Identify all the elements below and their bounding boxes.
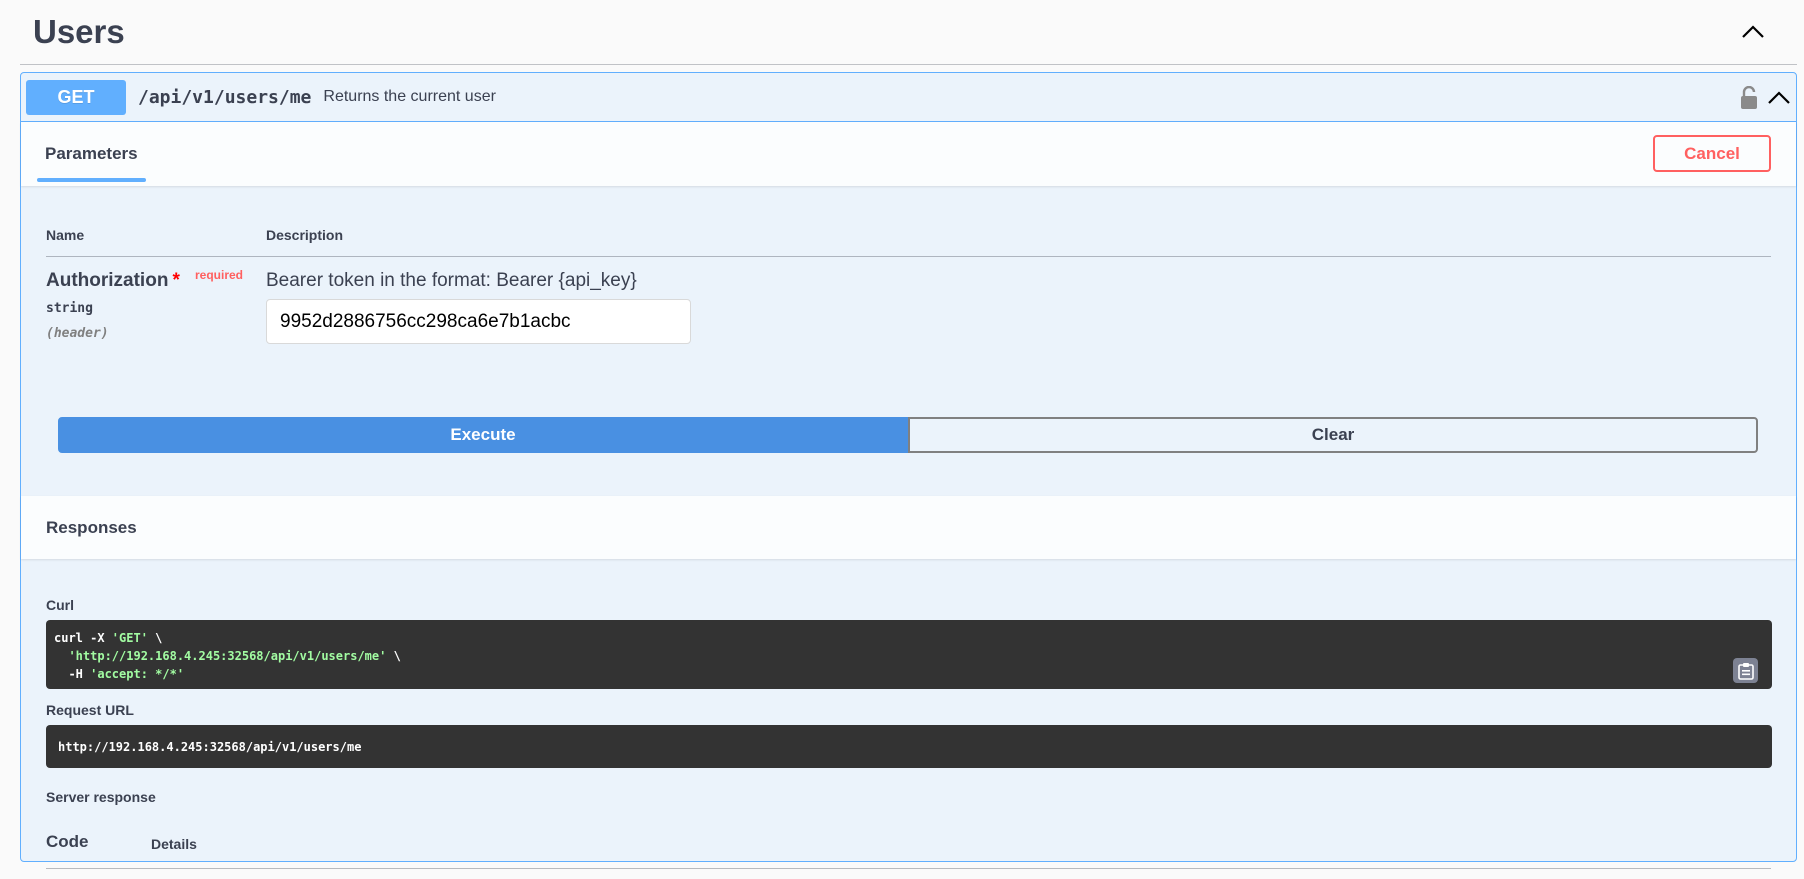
authorization-input[interactable] bbox=[266, 299, 691, 344]
operation-summary-text: Returns the current user bbox=[323, 88, 496, 105]
param-name-label: Authorization bbox=[46, 270, 169, 291]
curl-line: -H 'accept: */*' bbox=[54, 667, 185, 681]
curl-code-block[interactable]: curl -X 'GET' \ 'http://192.168.4.245:32… bbox=[46, 620, 1772, 689]
tab-parameters-label: Parameters bbox=[45, 144, 138, 163]
operation-path: /api/v1/users/me bbox=[138, 86, 312, 108]
param-description: Bearer token in the format: Bearer {api_… bbox=[266, 270, 637, 291]
operation-summary[interactable]: GET /api/v1/users/me Returns the current… bbox=[21, 73, 1796, 122]
column-header-description: Description bbox=[266, 227, 344, 243]
responses-header: Responses bbox=[21, 496, 1796, 559]
curl-line: 'http://192.168.4.245:32568/api/v1/users… bbox=[68, 649, 401, 663]
request-url-label: Request URL bbox=[46, 702, 134, 718]
column-header-code: Code bbox=[46, 832, 89, 851]
server-response-label: Server response bbox=[46, 789, 156, 805]
parameters-table: Name Description Authorization * required… bbox=[21, 186, 1796, 496]
chevron-up-icon[interactable] bbox=[1768, 90, 1790, 105]
request-url-value: http://192.168.4.245:32568/api/v1/users/… bbox=[58, 739, 362, 754]
tab-parameters[interactable]: Parameters bbox=[37, 122, 146, 186]
tag-header-users[interactable]: Users bbox=[20, 0, 1797, 65]
tag-title: Users bbox=[33, 13, 125, 50]
clipboard-copy-icon[interactable] bbox=[1733, 658, 1758, 683]
response-table-header: Code Details bbox=[46, 824, 1771, 869]
required-star: * bbox=[172, 270, 180, 291]
curl-label: Curl bbox=[46, 597, 74, 613]
column-header-details: Details bbox=[151, 836, 197, 852]
param-name: Authorization * bbox=[46, 270, 180, 292]
required-label: required bbox=[195, 268, 244, 282]
table-divider bbox=[46, 256, 1771, 257]
method-badge: GET bbox=[26, 79, 126, 115]
column-header-name: Name bbox=[46, 227, 85, 243]
execute-button[interactable]: Execute bbox=[58, 417, 908, 453]
chevron-up-icon[interactable] bbox=[1733, 12, 1773, 52]
request-url-block: http://192.168.4.245:32568/api/v1/users/… bbox=[46, 725, 1772, 768]
param-location: (header) bbox=[46, 326, 109, 341]
responses-title: Responses bbox=[46, 517, 137, 537]
execute-wrapper: Execute Clear bbox=[58, 417, 1758, 453]
operation-block-get-users-me: GET /api/v1/users/me Returns the current… bbox=[20, 72, 1797, 869]
unlocked-padlock-icon[interactable] bbox=[1740, 85, 1758, 110]
clear-button[interactable]: Clear bbox=[908, 417, 1758, 453]
curl-line: curl -X 'GET' \ bbox=[54, 631, 163, 645]
cancel-button[interactable]: Cancel bbox=[1653, 135, 1771, 172]
parameters-header: Parameters Cancel bbox=[21, 122, 1796, 186]
responses-body: Curl curl -X 'GET' \ 'http://192.168.4.2… bbox=[21, 559, 1796, 879]
param-type: string bbox=[46, 301, 93, 316]
